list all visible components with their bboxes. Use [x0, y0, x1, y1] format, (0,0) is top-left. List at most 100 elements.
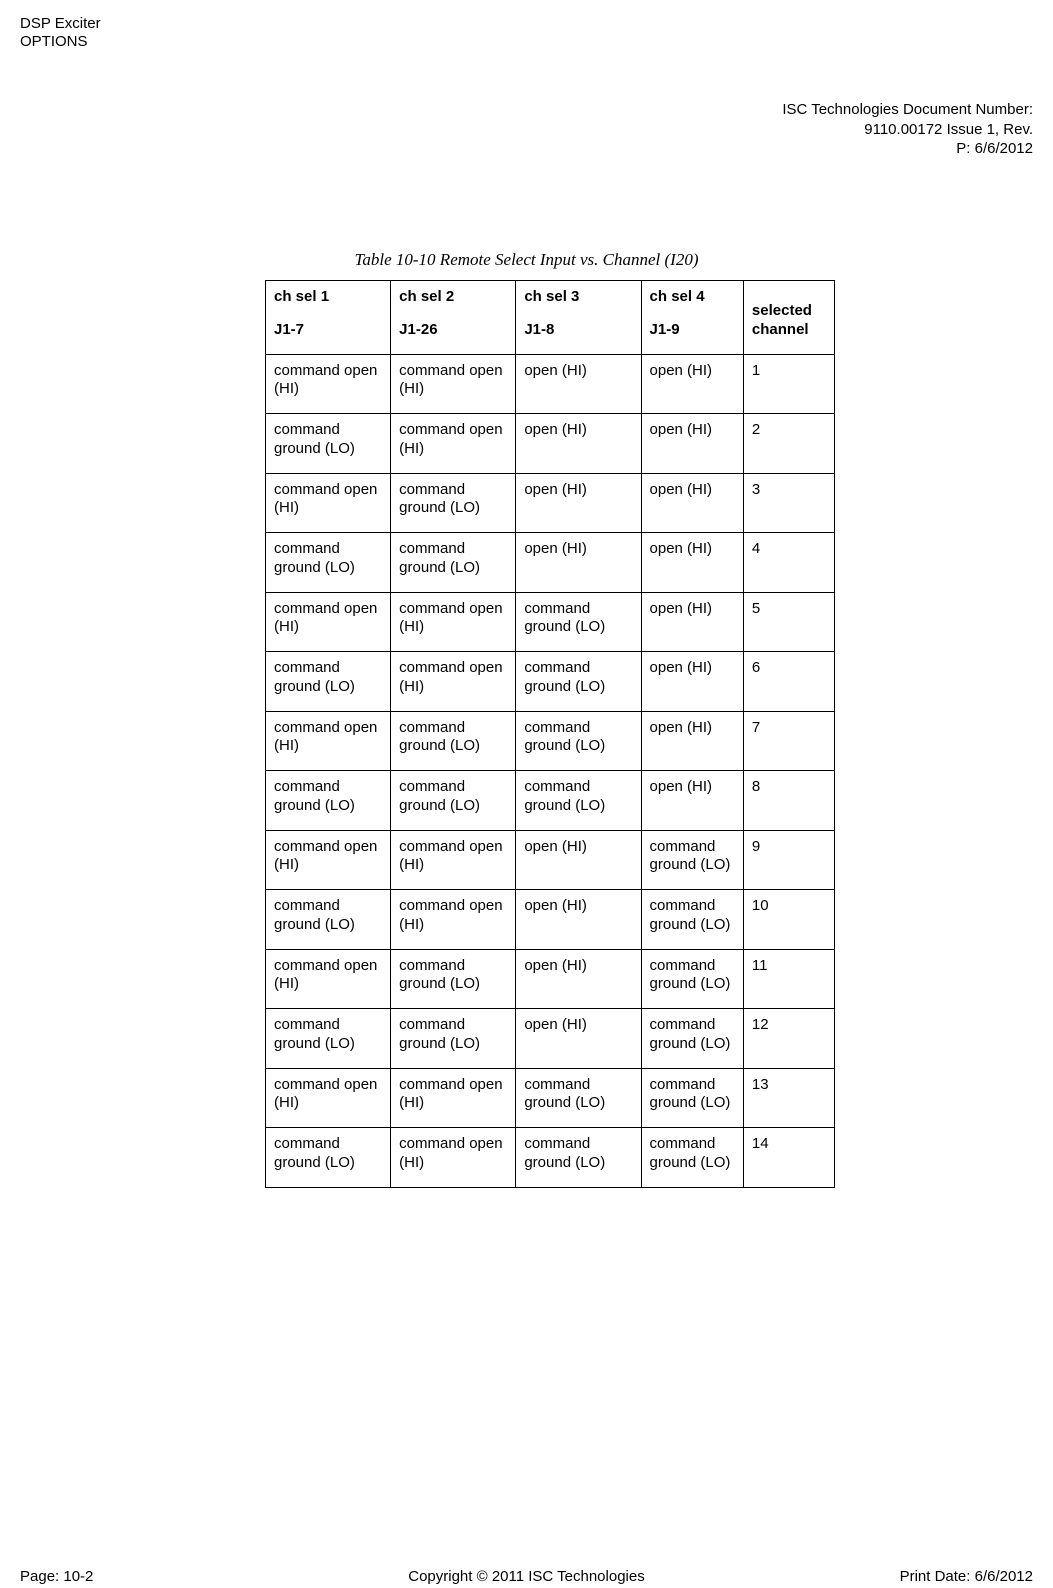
table-cell: command open (HI) — [391, 830, 516, 890]
col-header-ch3-bottom: J1-8 — [524, 321, 554, 338]
col-header-selected-label: selected channel — [752, 302, 826, 340]
footer-print-date: Print Date: 6/6/2012 — [900, 1568, 1033, 1585]
table-row: command open (HI)command open (HI)comman… — [266, 592, 835, 652]
table-cell: command open (HI) — [266, 830, 391, 890]
table-row: command open (HI)command open (HI)open (… — [266, 354, 835, 414]
table-cell: command open (HI) — [391, 354, 516, 414]
channel-table: ch sel 1 J1-7 ch sel 2 J1-26 ch sel 3 J1… — [265, 280, 835, 1188]
doc-date: P: 6/6/2012 — [782, 139, 1033, 159]
table-cell: command open (HI) — [266, 354, 391, 414]
table-cell: command open (HI) — [391, 890, 516, 950]
table-cell: open (HI) — [516, 1009, 641, 1069]
header-subtitle: OPTIONS — [20, 33, 101, 51]
table-cell: 14 — [743, 1128, 834, 1188]
table-cell: open (HI) — [516, 890, 641, 950]
table-cell: 13 — [743, 1068, 834, 1128]
col-header-ch1-bottom: J1-7 — [274, 321, 304, 338]
table-cell: command ground (LO) — [391, 533, 516, 593]
table-cell: command ground (LO) — [391, 1009, 516, 1069]
table-cell: command ground (LO) — [641, 1128, 743, 1188]
table-cell: 7 — [743, 711, 834, 771]
table-cell: open (HI) — [641, 592, 743, 652]
table-cell: command open (HI) — [391, 1128, 516, 1188]
table-container: ch sel 1 J1-7 ch sel 2 J1-26 ch sel 3 J1… — [265, 280, 835, 1188]
table-cell: 6 — [743, 652, 834, 712]
table-cell: command ground (LO) — [516, 1128, 641, 1188]
table-cell: command ground (LO) — [266, 652, 391, 712]
table-row: command open (HI)command open (HI)open (… — [266, 830, 835, 890]
table-cell: 5 — [743, 592, 834, 652]
table-cell: open (HI) — [516, 533, 641, 593]
table-row: command ground (LO)command open (HI)open… — [266, 414, 835, 474]
table-cell: command open (HI) — [391, 592, 516, 652]
table-cell: 4 — [743, 533, 834, 593]
table-row: command ground (LO)command ground (LO)co… — [266, 771, 835, 831]
table-cell: open (HI) — [641, 414, 743, 474]
table-header-row: ch sel 1 J1-7 ch sel 2 J1-26 ch sel 3 J1… — [266, 281, 835, 355]
table-cell: command open (HI) — [266, 1068, 391, 1128]
table-cell: open (HI) — [516, 949, 641, 1009]
col-header-ch2-bottom: J1-26 — [399, 321, 437, 338]
table-cell: open (HI) — [516, 354, 641, 414]
table-cell: command ground (LO) — [641, 830, 743, 890]
table-cell: command ground (LO) — [391, 711, 516, 771]
table-cell: open (HI) — [516, 830, 641, 890]
table-cell: command ground (LO) — [266, 890, 391, 950]
table-cell: 2 — [743, 414, 834, 474]
table-cell: command ground (LO) — [391, 771, 516, 831]
table-cell: command open (HI) — [266, 473, 391, 533]
doc-number-value: 9110.00172 Issue 1, Rev. — [782, 120, 1033, 140]
table-row: command open (HI) command ground (LO)open… — [266, 949, 835, 1009]
footer-copyright: Copyright © 2011 ISC Technologies — [20, 1568, 1033, 1585]
table-cell: command open (HI) — [266, 711, 391, 771]
table-caption: Table 10-10 Remote Select Input vs. Chan… — [0, 250, 1053, 270]
table-cell: open (HI) — [641, 533, 743, 593]
col-header-ch4-top: ch sel 4 — [650, 288, 735, 307]
table-cell: command ground (LO) — [641, 1068, 743, 1128]
col-header-ch3-top: ch sel 3 — [524, 288, 632, 307]
table-cell: command open (HI) — [391, 1068, 516, 1128]
table-row: command open (HI)command ground (LO)comm… — [266, 711, 835, 771]
table-row: command ground (LO)command open (HI)comm… — [266, 1128, 835, 1188]
col-header-ch3: ch sel 3 J1-8 — [516, 281, 641, 355]
col-header-ch1: ch sel 1 J1-7 — [266, 281, 391, 355]
table-cell: command ground (LO) — [391, 473, 516, 533]
table-cell: command ground (LO) — [266, 533, 391, 593]
table-cell: command ground (LO) — [266, 414, 391, 474]
col-header-ch2: ch sel 2 J1-26 — [391, 281, 516, 355]
table-cell: command ground (LO) — [641, 1009, 743, 1069]
table-cell: command ground (LO) — [641, 890, 743, 950]
table-cell: 10 — [743, 890, 834, 950]
table-cell: 9 — [743, 830, 834, 890]
col-header-ch2-top: ch sel 2 — [399, 288, 507, 307]
table-cell: command open (HI) — [266, 592, 391, 652]
table-row: command ground (LO)command ground (LO)op… — [266, 533, 835, 593]
header-right: ISC Technologies Document Number: 9110.0… — [782, 100, 1033, 159]
table-row: command open (HI)command ground (LO) open… — [266, 473, 835, 533]
table-cell: 11 — [743, 949, 834, 1009]
table-cell: command ground (LO) — [516, 1068, 641, 1128]
table-cell: command open (HI) — [391, 652, 516, 712]
table-cell: open (HI) — [641, 652, 743, 712]
table-cell: open (HI) — [516, 414, 641, 474]
table-cell: open (HI) — [641, 771, 743, 831]
table-cell: 12 — [743, 1009, 834, 1069]
table-cell: open (HI) — [641, 473, 743, 533]
table-row: command open (HI)command open (HI)comman… — [266, 1068, 835, 1128]
table-cell: 3 — [743, 473, 834, 533]
table-row: command ground (LO)command open (HI)open… — [266, 890, 835, 950]
table-cell: command ground (LO) — [266, 1128, 391, 1188]
table-cell: command ground (LO) — [641, 949, 743, 1009]
table-cell: command ground (LO) — [266, 1009, 391, 1069]
table-row: command ground (LO)command ground (LO)op… — [266, 1009, 835, 1069]
table-cell: command open (HI) — [266, 949, 391, 1009]
table-cell: command ground (LO) — [516, 771, 641, 831]
col-header-ch4-bottom: J1-9 — [650, 321, 680, 338]
header-title: DSP Exciter — [20, 15, 101, 33]
table-cell: open (HI) — [641, 711, 743, 771]
table-body: command open (HI)command open (HI)open (… — [266, 354, 835, 1187]
table-cell: command ground (LO) — [516, 652, 641, 712]
col-header-selected: selected channel — [743, 281, 834, 355]
table-cell: open (HI) — [641, 354, 743, 414]
table-cell: command open (HI) — [391, 414, 516, 474]
